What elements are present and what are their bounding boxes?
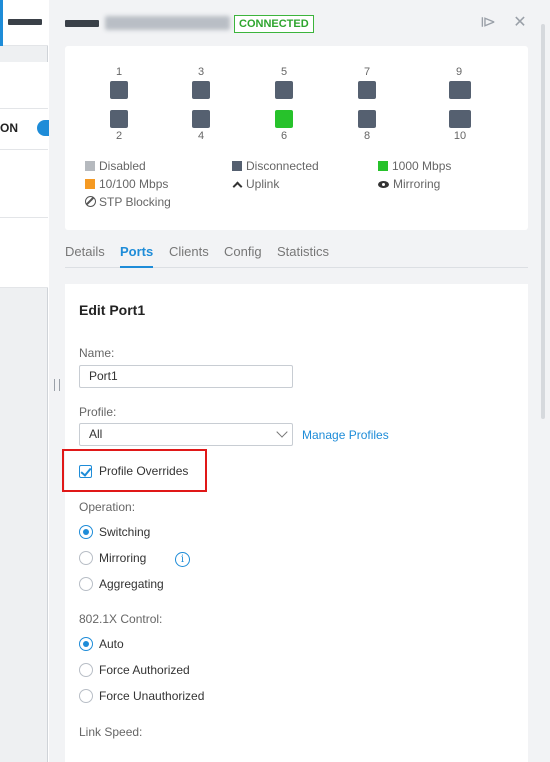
mirroring-label[interactable]: Mirroring (99, 551, 146, 565)
background-row (0, 218, 48, 288)
port-panel: 1 3 5 7 9 2 4 6 8 10 Disabled Disconnect… (65, 46, 528, 230)
port-number: 4 (197, 130, 205, 142)
chevron-down-icon (276, 426, 288, 438)
info-icon[interactable]: i (175, 552, 190, 567)
close-icon[interactable]: ✕ (509, 12, 531, 34)
switch-device-icon (8, 19, 42, 25)
aggregating-label[interactable]: Aggregating (99, 577, 164, 591)
selected-indicator (0, 0, 3, 46)
legend-disabled: Disabled (85, 159, 146, 173)
profile-overrides-label[interactable]: Profile Overrides (99, 464, 188, 478)
port-3[interactable] (192, 81, 210, 99)
legend-disconnected: Disconnected (232, 159, 319, 173)
radio-mirroring[interactable] (79, 551, 93, 565)
port-number: 10 (453, 130, 467, 142)
port-6[interactable] (275, 110, 293, 128)
drawer-resize-handle[interactable] (54, 379, 60, 391)
tab-clients[interactable]: Clients (169, 244, 209, 268)
legend-stp-blocking: STP Blocking (85, 195, 171, 209)
detail-tabs: Details Ports Clients Config Statistics (65, 244, 528, 268)
radio-auto[interactable] (79, 637, 93, 651)
drawer-header: CONNECTED ⧐ ✕ (49, 0, 550, 46)
scrollbar-thumb[interactable] (541, 24, 545, 419)
port-5[interactable] (275, 81, 293, 99)
legend-uplink: Uplink (232, 177, 279, 192)
port-number: 3 (197, 66, 205, 78)
port-1[interactable] (110, 81, 128, 99)
legend-1000mbps: 1000 Mbps (378, 159, 451, 173)
switch-device-icon (65, 20, 99, 27)
background-device-row[interactable] (0, 0, 48, 46)
profile-select-value: All (89, 427, 103, 441)
dot1x-label: 802.1X Control: (79, 612, 163, 626)
port-number: 7 (363, 66, 371, 78)
operation-label: Operation: (79, 500, 136, 514)
tab-statistics[interactable]: Statistics (277, 244, 329, 268)
mbps-swatch (85, 179, 95, 189)
edit-port-form: Edit Port1 Name: Port1 Profile: All Mana… (62, 284, 528, 762)
uplink-icon (232, 181, 243, 192)
device-details-drawer: CONNECTED ⧐ ✕ 1 3 5 7 9 2 4 6 8 10 Disab… (49, 0, 550, 762)
profile-select[interactable]: All (79, 423, 293, 446)
auto-label[interactable]: Auto (99, 637, 124, 651)
port-10[interactable] (449, 110, 471, 128)
port-4[interactable] (192, 110, 210, 128)
radio-force-authorized[interactable] (79, 663, 93, 677)
radio-aggregating[interactable] (79, 577, 93, 591)
tab-ports[interactable]: Ports (120, 244, 154, 268)
device-name-redacted (105, 16, 230, 30)
eye-icon (378, 181, 389, 188)
background-row (0, 62, 48, 108)
port-number: 1 (115, 66, 123, 78)
port-9[interactable] (449, 81, 471, 99)
port-number: 9 (455, 66, 463, 78)
manage-profiles-link[interactable]: Manage Profiles (302, 428, 389, 442)
disabled-swatch (85, 161, 95, 171)
port-2[interactable] (110, 110, 128, 128)
port-number: 5 (280, 66, 288, 78)
status-badge: CONNECTED (234, 15, 314, 33)
blocked-icon (85, 196, 96, 207)
port-number: 2 (115, 130, 123, 142)
radio-switching[interactable] (79, 525, 93, 539)
port-7[interactable] (358, 81, 376, 99)
background-row (0, 150, 48, 218)
tab-details[interactable]: Details (65, 244, 105, 268)
port-number: 6 (280, 130, 288, 142)
form-title: Edit Port1 (79, 302, 146, 318)
background-column-label: ON (0, 121, 18, 135)
force-authorized-label[interactable]: Force Authorized (99, 663, 190, 677)
port-8[interactable] (358, 110, 376, 128)
legend-10-100mbps: 10/100 Mbps (85, 177, 168, 191)
radio-force-unauthorized[interactable] (79, 689, 93, 703)
profile-label: Profile: (79, 405, 117, 419)
disconnected-swatch (232, 161, 242, 171)
name-label: Name: (79, 346, 115, 360)
port-name-input[interactable]: Port1 (79, 365, 293, 388)
profile-overrides-checkbox[interactable] (79, 465, 92, 478)
link-speed-label: Link Speed: (79, 725, 143, 739)
switching-label[interactable]: Switching (99, 525, 150, 539)
legend-mirroring: Mirroring (378, 177, 440, 191)
collapse-drawer-icon[interactable]: ⧐ (477, 12, 499, 34)
tab-config[interactable]: Config (224, 244, 262, 268)
gbps-swatch (378, 161, 388, 171)
force-unauthorized-label[interactable]: Force Unauthorized (99, 689, 204, 703)
port-number: 8 (363, 130, 371, 142)
